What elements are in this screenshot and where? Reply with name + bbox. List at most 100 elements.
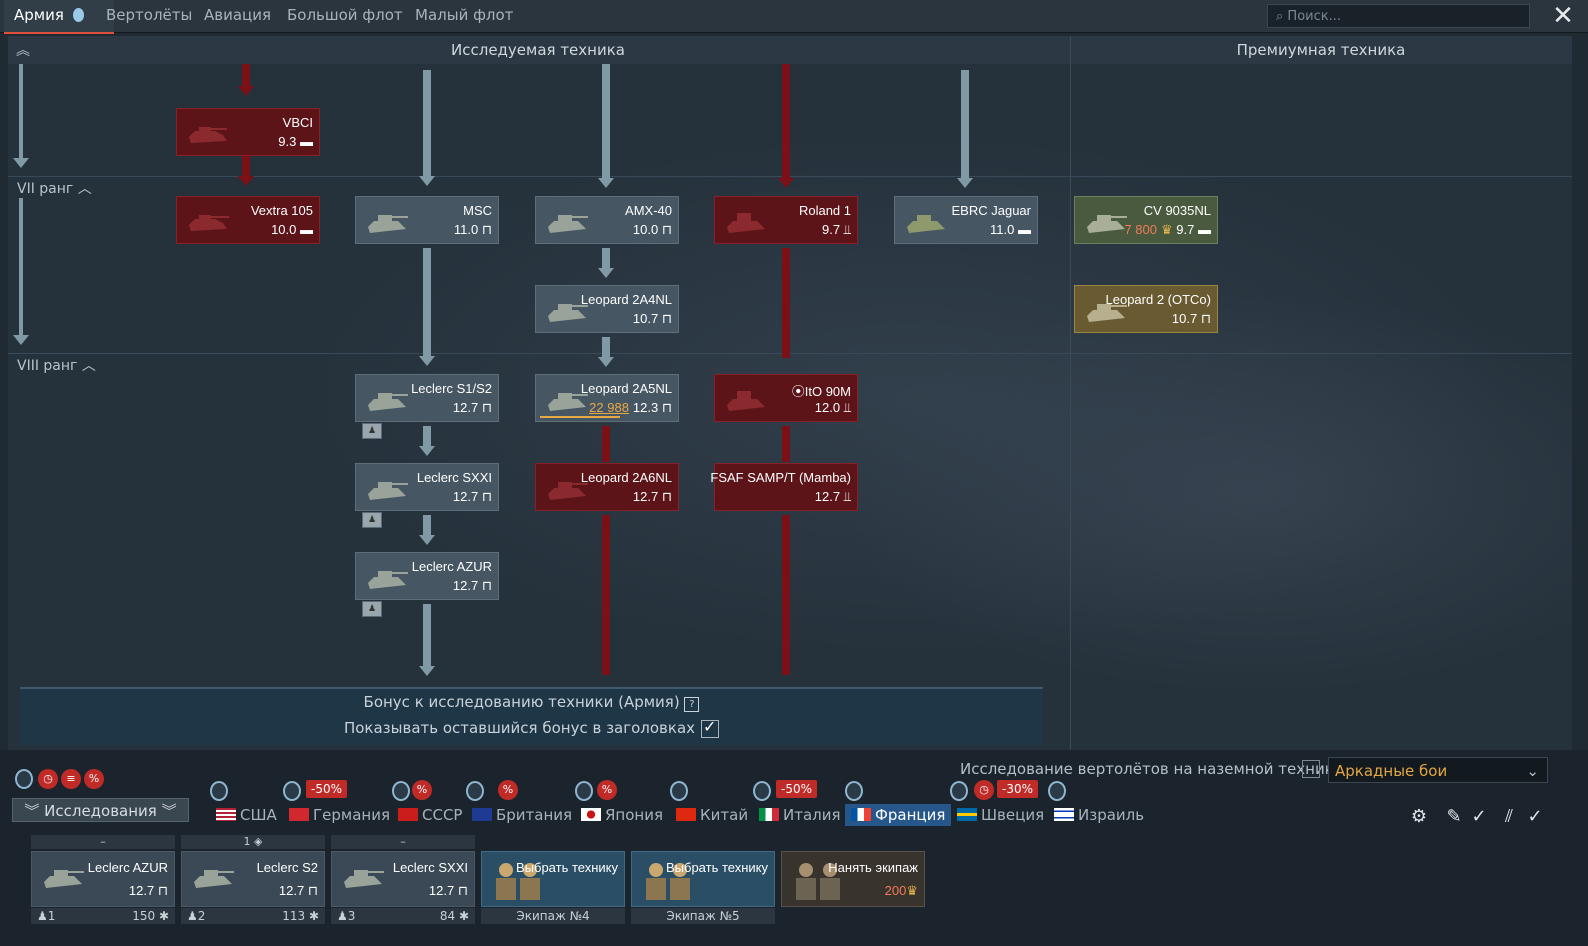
- tree-header: ︽ Исследуемая техника Премиумная техника: [8, 36, 1572, 65]
- vehicle-name-text: ItO 90M: [804, 384, 851, 399]
- research-pin-icon: [392, 781, 410, 801]
- crew-slot-5-choose[interactable]: Выбрать технику: [631, 851, 775, 907]
- heli-research-checkbox[interactable]: [1302, 760, 1320, 778]
- vehicle-card-fsaf-samp-t[interactable]: FSAF SAMP/T (Mamba) 12.7 ⫫: [710, 463, 858, 511]
- tree-link: [782, 64, 790, 178]
- crew-icon: ♟: [187, 909, 198, 923]
- nation-label: США: [240, 806, 277, 824]
- crew-slot-footer: Экипаж №4: [481, 908, 625, 924]
- crew-badge-icon: ♟: [362, 512, 382, 528]
- vehicle-br-value: 12.7: [632, 489, 659, 504]
- vehicle-br: 22 988 12.3 ⊓: [589, 400, 672, 415]
- vehicle-card-leopard-2a5nl[interactable]: Leopard 2A5NL 22 988 12.3 ⊓: [535, 374, 679, 422]
- crew-slot-3[interactable]: Leclerc SXXI 12.7 ⊓: [331, 851, 475, 907]
- gear-icon[interactable]: ⚙: [1408, 806, 1430, 828]
- lightbulb-icon: [72, 8, 84, 22]
- germany-flag-icon: [289, 808, 309, 821]
- show-bonus-checkbox[interactable]: ✓: [701, 716, 720, 738]
- research-pin-icon: [753, 781, 771, 801]
- nation-tab-france[interactable]: Франция: [845, 804, 952, 826]
- crew-slot-footer: ♟3 84 ✱: [331, 908, 475, 924]
- tank-icon: [548, 215, 588, 233]
- crew-number: 1: [47, 909, 56, 923]
- rank-viii-label[interactable]: VIII ранг ︿: [17, 355, 96, 375]
- nation-tab-britain[interactable]: Британия: [472, 804, 572, 826]
- nation-tab-china[interactable]: Китай: [676, 804, 748, 826]
- chevrons-right-icon: ︾: [156, 802, 177, 820]
- vehicle-card-amx-40[interactable]: AMX-40 10.0 ⊓: [535, 196, 679, 244]
- tank-icon: [368, 482, 408, 500]
- vehicle-card-leopard-2a6nl[interactable]: Leopard 2A6NL 12.7 ⊓: [535, 463, 679, 511]
- tab-coastal-fleet[interactable]: Малый флот: [405, 0, 523, 32]
- help-icon[interactable]: ?: [684, 697, 700, 712]
- vehicle-br-value: 10.0: [632, 222, 659, 237]
- nation-tab-japan[interactable]: Япония: [581, 804, 663, 826]
- research-button[interactable]: ︾ Исследования ︾: [12, 798, 189, 822]
- nation-tab-ussr[interactable]: СССР: [398, 804, 462, 826]
- checkmark-icon: ✓: [703, 716, 717, 736]
- vehicle-cost: 7 800: [1124, 222, 1158, 237]
- search-icon: ⌕: [1276, 9, 1288, 24]
- tree-link: [782, 515, 790, 675]
- checkmark-icon[interactable]: ✓: [1468, 806, 1490, 828]
- nation-tab-germany[interactable]: Германия: [289, 804, 390, 826]
- germany-discount-badge: -50%: [306, 780, 348, 798]
- tree-link: [961, 70, 969, 178]
- crew-vehicle-br: 12.7 ⊓: [428, 883, 468, 898]
- ammo-icon[interactable]: ⫽: [1498, 806, 1520, 828]
- vehicle-card-roland-1[interactable]: Roland 1 9.7 ⫫: [714, 196, 858, 244]
- italy-discount-badge: -50%: [776, 780, 818, 798]
- nation-tab-usa[interactable]: США: [216, 804, 277, 826]
- close-button[interactable]: ✕: [1548, 2, 1578, 30]
- vehicle-card-ebrc-jaguar[interactable]: EBRC Jaguar 11.0 ▬: [894, 196, 1038, 244]
- vehicle-card-leclerc-s1-s2[interactable]: Leclerc S1/S2 12.7 ⊓: [355, 374, 499, 422]
- research-bonus-panel: Бонус к исследованию техники (Армия) ? П…: [20, 687, 1043, 745]
- crew-value-text: 84: [439, 909, 456, 923]
- vehicle-card-leopard-2a4nl[interactable]: Leopard 2A4NL 10.7 ⊓: [535, 285, 679, 333]
- vehicle-name: Vextra 105: [250, 203, 313, 218]
- vehicle-br: 12.7 ⊓: [632, 489, 672, 504]
- crew-value: 113 ✱: [282, 909, 319, 923]
- vehicle-br-value: 12.7: [452, 400, 479, 415]
- vehicle-card-leopard-2-otco[interactable]: Leopard 2 (OTCo) 10.7 ⊓: [1074, 285, 1218, 333]
- vehicle-name: Leopard 2 (OTCo): [1105, 292, 1212, 307]
- premium-header-title: Премиумная техника: [1236, 41, 1406, 59]
- crew-slot-1[interactable]: Leclerc AZUR 12.7 ⊓: [31, 851, 175, 907]
- tab-bluewater-fleet[interactable]: Большой флот: [277, 0, 413, 32]
- vehicle-card-vextra-105[interactable]: Vextra 105 10.0 ▬: [176, 196, 320, 244]
- ussr-flag-icon: [398, 808, 418, 821]
- nation-tab-sweden[interactable]: Швеция: [957, 804, 1044, 826]
- tree-link-head: [419, 535, 435, 545]
- vehicle-br-value: 10.7: [1171, 311, 1198, 326]
- tank-icon: [368, 215, 408, 233]
- tank-icon: [189, 215, 229, 231]
- crew-slot-2[interactable]: Leclerc S2 12.7 ⊓: [181, 851, 325, 907]
- checkmark-icon[interactable]: ✓: [1524, 806, 1546, 828]
- discount-icon: %: [498, 780, 518, 800]
- wrench-icon[interactable]: ✎: [1443, 806, 1465, 828]
- vehicle-card-ito-90m[interactable]: ⦿ItO 90M 12.0 ⫫: [714, 374, 858, 422]
- search-input[interactable]: ⌕ Поиск...: [1267, 4, 1530, 28]
- tab-aviation[interactable]: Авиация: [194, 0, 281, 32]
- crew-slot-4-choose[interactable]: Выбрать технику: [481, 851, 625, 907]
- tree-link: [423, 515, 431, 535]
- nation-tab-israel[interactable]: Израиль: [1054, 804, 1144, 826]
- hire-crew-slot[interactable]: Нанять экипаж 200♛: [781, 851, 925, 907]
- vehicle-card-leclerc-sxxi[interactable]: Leclerc SXXI 12.7 ⊓: [355, 463, 499, 511]
- nation-tab-italy[interactable]: Италия: [759, 804, 841, 826]
- crew-number: 3: [347, 909, 356, 923]
- bonus-show-remaining: Показывать оставшийся бонус в заголовках…: [20, 716, 1043, 738]
- vehicle-card-leclerc-azur[interactable]: Leclerc AZUR 12.7 ⊓: [355, 552, 499, 600]
- vehicle-card-cv-9035nl[interactable]: CV 9035NL 7 800 ♛ 9.7 ▬: [1074, 196, 1218, 244]
- tank-icon: [1087, 215, 1127, 233]
- game-mode-select[interactable]: Аркадные бои ⌄: [1328, 757, 1548, 783]
- vehicle-card-msc[interactable]: MSC 11.0 ⊓: [355, 196, 499, 244]
- list-icon: ≡: [61, 769, 81, 789]
- vehicle-card-vbci[interactable]: VBCI 9.3 ▬: [176, 108, 320, 156]
- rank-vii-label[interactable]: VII ранг ︿: [17, 178, 92, 198]
- vehicle-br: 11.0 ⊓: [453, 222, 492, 237]
- vehicle-br: 10.7 ⊓: [1171, 311, 1211, 326]
- tree-link-head: [238, 176, 254, 186]
- tab-helicopters[interactable]: Вертолёты: [96, 0, 202, 32]
- research-pin-icon: [950, 781, 968, 801]
